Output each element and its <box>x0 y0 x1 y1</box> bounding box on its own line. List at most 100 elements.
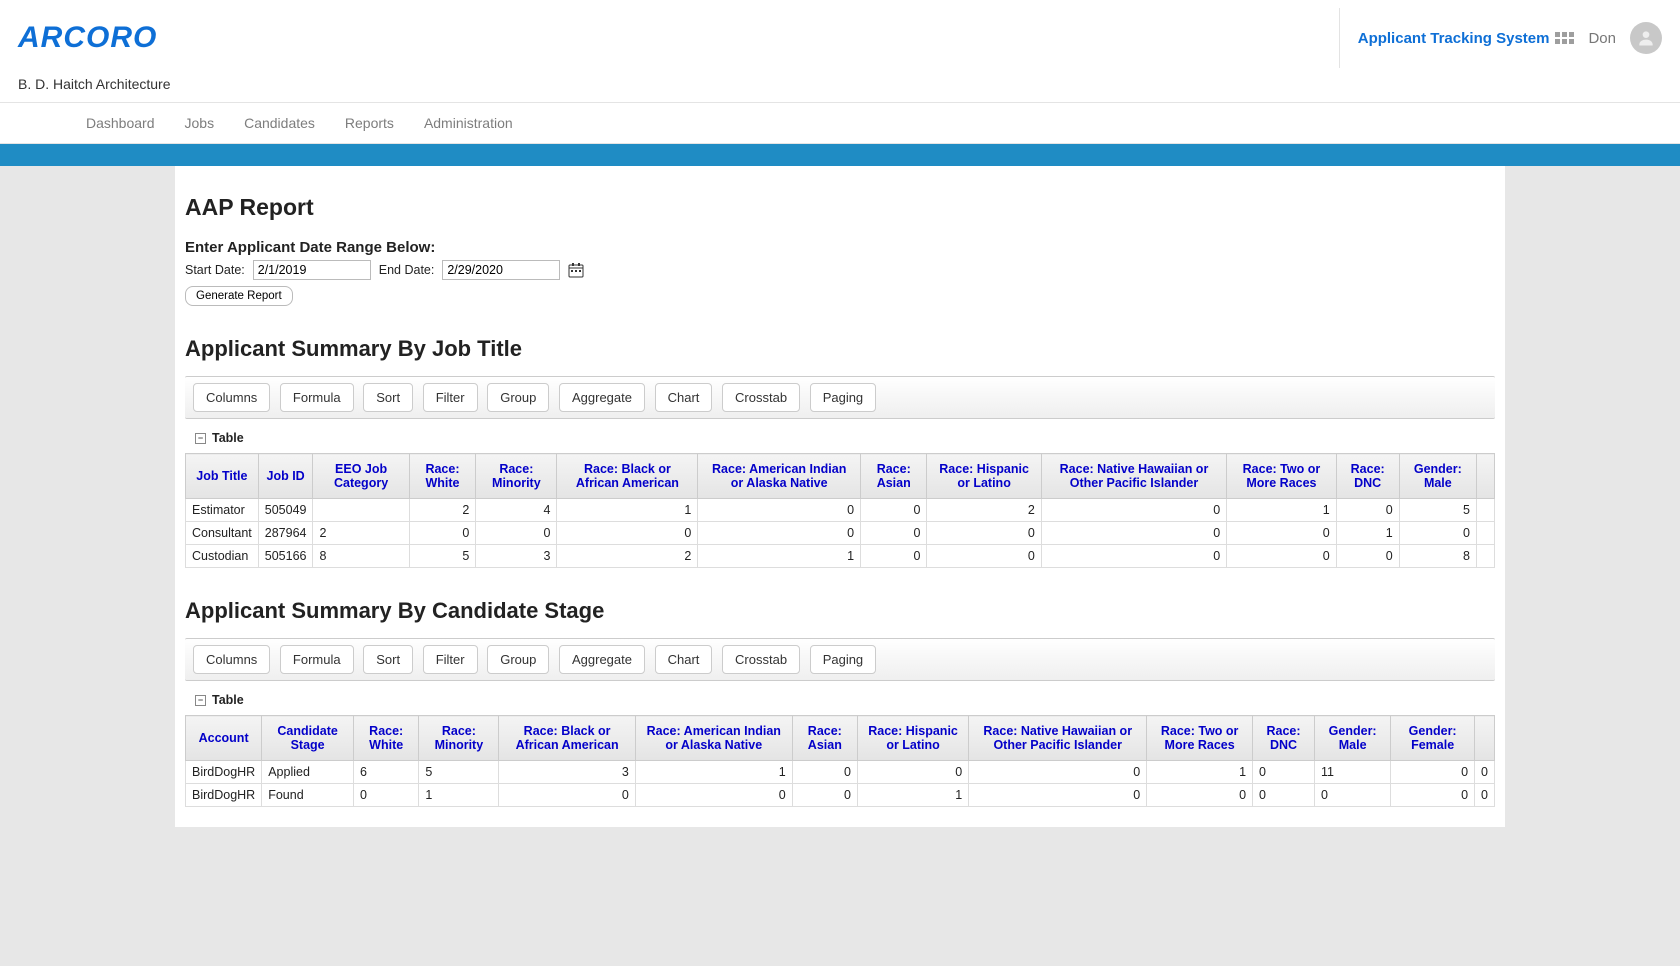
section2-title: Applicant Summary By Candidate Stage <box>185 598 1495 624</box>
col2-asian[interactable]: Race: Asian <box>792 716 857 761</box>
col-eeo[interactable]: EEO Job Category <box>313 454 409 499</box>
formula-button[interactable]: Formula <box>280 383 354 412</box>
cell-amind: 0 <box>635 784 792 807</box>
chart-button-2[interactable]: Chart <box>655 645 713 674</box>
cell-job_id: 287964 <box>258 522 313 545</box>
col2-stage[interactable]: Candidate Stage <box>262 716 354 761</box>
paging-button[interactable]: Paging <box>810 383 876 412</box>
crosstab-button[interactable]: Crosstab <box>722 383 800 412</box>
col2-account[interactable]: Account <box>186 716 262 761</box>
col2-dnc[interactable]: Race: DNC <box>1253 716 1315 761</box>
sort-button[interactable]: Sort <box>363 383 413 412</box>
cell-asian: 0 <box>861 522 927 545</box>
col-amind[interactable]: Race: American Indian or Alaska Native <box>698 454 861 499</box>
cell-amind: 0 <box>698 522 861 545</box>
col2-female[interactable]: Gender: Female <box>1391 716 1475 761</box>
cell-twomore: 0 <box>1227 545 1337 568</box>
filter-button[interactable]: Filter <box>423 383 478 412</box>
cell-account: BirdDogHR <box>186 761 262 784</box>
columns-button-2[interactable]: Columns <box>193 645 270 674</box>
crosstab-button-2[interactable]: Crosstab <box>722 645 800 674</box>
cell-job_id: 505166 <box>258 545 313 568</box>
apps-grid-icon <box>1555 32 1574 44</box>
page-title: AAP Report <box>185 194 1495 221</box>
nav-administration[interactable]: Administration <box>424 115 513 131</box>
cell-stage: Found <box>262 784 354 807</box>
cell-male: 11 <box>1315 761 1391 784</box>
columns-button[interactable]: Columns <box>193 383 270 412</box>
sort-button-2[interactable]: Sort <box>363 645 413 674</box>
section1-title: Applicant Summary By Job Title <box>185 336 1495 362</box>
aggregate-button[interactable]: Aggregate <box>559 383 645 412</box>
section1-toolbar: Columns Formula Sort Filter Group Aggreg… <box>185 376 1495 419</box>
start-date-input[interactable] <box>253 260 371 280</box>
cell-haw: 0 <box>969 761 1147 784</box>
col2-minority[interactable]: Race: Minority <box>419 716 499 761</box>
cell-haw: 0 <box>1041 522 1226 545</box>
col-job-title[interactable]: Job Title <box>186 454 259 499</box>
cell-extra: 0 <box>1475 761 1495 784</box>
cell-minority: 0 <box>476 522 557 545</box>
col-male[interactable]: Gender: Male <box>1399 454 1476 499</box>
col2-male[interactable]: Gender: Male <box>1315 716 1391 761</box>
col-black[interactable]: Race: Black or African American <box>557 454 698 499</box>
calendar-icon[interactable] <box>568 262 584 278</box>
cell-white: 6 <box>354 761 419 784</box>
col-twomore[interactable]: Race: Two or More Races <box>1227 454 1337 499</box>
filter-button-2[interactable]: Filter <box>423 645 478 674</box>
collapse-toggle[interactable]: − <box>195 433 206 444</box>
col-asian[interactable]: Race: Asian <box>861 454 927 499</box>
table-row: Consultant28796420000000010 <box>186 522 1495 545</box>
org-name: B. D. Haitch Architecture <box>0 72 1680 102</box>
start-date-label: Start Date: <box>185 263 245 277</box>
cell-haw: 0 <box>969 784 1147 807</box>
col-haw[interactable]: Race: Native Hawaiian or Other Pacific I… <box>1041 454 1226 499</box>
section2-toolbar: Columns Formula Sort Filter Group Aggreg… <box>185 638 1495 681</box>
col2-black[interactable]: Race: Black or African American <box>499 716 635 761</box>
col-job-id[interactable]: Job ID <box>258 454 313 499</box>
paging-button-2[interactable]: Paging <box>810 645 876 674</box>
cell-black: 0 <box>557 522 698 545</box>
table-label: Table <box>212 431 244 445</box>
col2-twomore[interactable]: Race: Two or More Races <box>1147 716 1253 761</box>
col2-amind[interactable]: Race: American Indian or Alaska Native <box>635 716 792 761</box>
col-dnc[interactable]: Race: DNC <box>1336 454 1399 499</box>
end-date-input[interactable] <box>442 260 560 280</box>
nav-dashboard[interactable]: Dashboard <box>86 115 155 131</box>
nav-reports[interactable]: Reports <box>345 115 394 131</box>
col-extra <box>1477 454 1495 499</box>
end-date-label: End Date: <box>379 263 435 277</box>
ats-link[interactable]: Applicant Tracking System <box>1358 30 1575 47</box>
nav-jobs[interactable]: Jobs <box>185 115 215 131</box>
col-white[interactable]: Race: White <box>409 454 476 499</box>
cell-male: 5 <box>1399 499 1476 522</box>
avatar[interactable] <box>1630 22 1662 54</box>
col2-white[interactable]: Race: White <box>354 716 419 761</box>
cell-hisp: 0 <box>857 761 968 784</box>
cell-hisp: 0 <box>927 522 1041 545</box>
table-label-2: Table <box>212 693 244 707</box>
cell-hisp: 2 <box>927 499 1041 522</box>
date-range-label: Enter Applicant Date Range Below: <box>185 239 1495 256</box>
col2-haw[interactable]: Race: Native Hawaiian or Other Pacific I… <box>969 716 1147 761</box>
col2-hisp[interactable]: Race: Hispanic or Latino <box>857 716 968 761</box>
cell-twomore: 1 <box>1227 499 1337 522</box>
cell-dnc: 0 <box>1253 784 1315 807</box>
section1-table: Job Title Job ID EEO Job Category Race: … <box>185 453 1495 568</box>
chart-button[interactable]: Chart <box>655 383 713 412</box>
nav-candidates[interactable]: Candidates <box>244 115 315 131</box>
blue-accent-bar <box>0 144 1680 166</box>
cell-white: 0 <box>354 784 419 807</box>
generate-report-button[interactable]: Generate Report <box>185 286 293 306</box>
formula-button-2[interactable]: Formula <box>280 645 354 674</box>
cell-female: 0 <box>1391 784 1475 807</box>
cell-asian: 0 <box>861 499 927 522</box>
col-hisp[interactable]: Race: Hispanic or Latino <box>927 454 1041 499</box>
group-button-2[interactable]: Group <box>487 645 549 674</box>
col-minority[interactable]: Race: Minority <box>476 454 557 499</box>
group-button[interactable]: Group <box>487 383 549 412</box>
cell-amind: 1 <box>635 761 792 784</box>
aggregate-button-2[interactable]: Aggregate <box>559 645 645 674</box>
table-row: Estimator5050492410020105 <box>186 499 1495 522</box>
collapse-toggle-2[interactable]: − <box>195 695 206 706</box>
